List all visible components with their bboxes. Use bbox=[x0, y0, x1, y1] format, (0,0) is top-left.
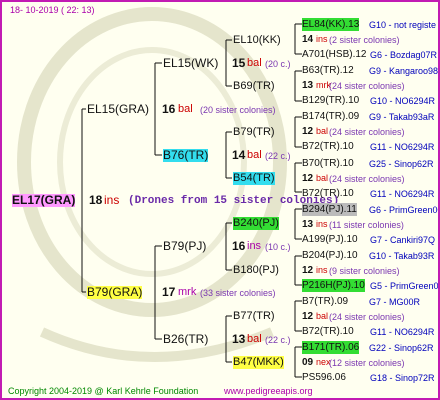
gen2-note: (33 sister colonies) bbox=[200, 288, 276, 298]
gen5-count: 14 bbox=[302, 34, 314, 45]
gen5-sire[interactable]: PS596.06 bbox=[302, 371, 346, 384]
gen2-queen[interactable]: B79(GRA) bbox=[87, 286, 143, 299]
gen5-note: (2 sister colonies) bbox=[329, 35, 400, 45]
gen3-queen[interactable]: B79(PJ) bbox=[163, 240, 206, 253]
gen3-unit: bal bbox=[247, 149, 262, 161]
gen2-unit: mrk bbox=[178, 286, 197, 298]
gen3-unit: bal bbox=[247, 57, 262, 69]
gen4-queen[interactable]: B54(TR) bbox=[233, 172, 275, 185]
gen5-sire[interactable]: B129(TR).10 bbox=[302, 94, 359, 107]
gen5-dam[interactable]: B294(PJ).11 bbox=[302, 202, 357, 216]
gen3-queen[interactable]: EL15(WK) bbox=[163, 57, 218, 70]
root-unit: ins bbox=[104, 193, 120, 207]
gen5-count: 12 bbox=[302, 172, 314, 184]
gen5-unit: bal bbox=[316, 172, 329, 183]
gen5-dam-ref: G10 - Takab93R bbox=[369, 251, 435, 261]
gen5-note: (9 sister colonies) bbox=[329, 266, 400, 276]
pedigree-canvas: 18- 10-2019 ( 22: 13) Copyright 2004-2019… bbox=[0, 0, 440, 400]
gen3-count: 16 bbox=[232, 239, 246, 253]
gen3-unit: bal bbox=[247, 333, 262, 345]
gen3-queen[interactable]: B26(TR) bbox=[163, 333, 208, 346]
gen5-unit: ins bbox=[316, 34, 328, 44]
gen5-count: 13 bbox=[302, 80, 314, 92]
gen3-count: 15 bbox=[232, 56, 246, 70]
gen2-count: 16 bbox=[162, 102, 176, 116]
gen5-unit: ins bbox=[316, 218, 328, 229]
gen5-unit: bal bbox=[316, 126, 329, 137]
gen3-count: 14 bbox=[232, 148, 246, 162]
gen5-note: (24 sister colonies) bbox=[329, 127, 405, 138]
gen2-queen[interactable]: EL15(GRA) bbox=[87, 103, 149, 116]
gen3-count: 13 bbox=[232, 332, 246, 346]
gen5-sire-ref: G11 - NO6294R bbox=[370, 188, 435, 199]
gen5-sire-ref: G7 - Cankiri97Q bbox=[370, 234, 436, 245]
gen5-dam-ref: G9 - Kangaroo98R bbox=[369, 66, 440, 77]
gen5-count: 12 bbox=[302, 265, 314, 276]
gen5-sire-ref: G18 - Sinop72R bbox=[370, 373, 435, 384]
gen5-sire[interactable]: B72(TR).10 bbox=[302, 325, 354, 338]
gen5-sire-ref: G11 - NO6294R bbox=[370, 142, 435, 153]
date-stamp: 18- 10-2019 ( 22: 13) bbox=[10, 5, 95, 15]
gen5-dam[interactable]: B174(TR).09 bbox=[302, 110, 359, 123]
root-queen[interactable]: EL17(GRA) bbox=[12, 194, 76, 207]
gen5-count: 13 bbox=[302, 218, 314, 230]
gen4-queen[interactable]: B79(TR) bbox=[233, 126, 275, 139]
gen4-queen[interactable]: B69(TR) bbox=[233, 80, 275, 93]
gen5-dam[interactable]: B204(PJ).10 bbox=[302, 249, 358, 262]
gen3-note: (22 c.) bbox=[265, 151, 291, 161]
gen5-sire-ref: G5 - PrimGreen00 bbox=[370, 281, 440, 291]
gen5-sire[interactable]: A701(HSB).12 bbox=[302, 48, 366, 61]
root-count: 18 bbox=[89, 193, 103, 207]
gen5-sire[interactable]: A199(PJ).10 bbox=[302, 233, 358, 246]
gen2-note: (20 sister colonies) bbox=[200, 105, 276, 115]
gen5-unit: bal bbox=[316, 311, 329, 322]
gen3-note: (10 c.) bbox=[265, 242, 291, 252]
gen5-sire[interactable]: P216H(PJ).10 bbox=[302, 279, 365, 292]
gen4-queen[interactable]: B77(TR) bbox=[233, 310, 275, 323]
gen5-dam[interactable]: B7(TR).09 bbox=[302, 295, 348, 308]
gen5-note: (24 sister colonies) bbox=[329, 81, 405, 92]
gen5-dam[interactable]: EL84(KK).13 bbox=[302, 18, 360, 31]
gen5-count: 09 bbox=[302, 357, 314, 369]
gen5-dam-ref: G6 - PrimGreen00 bbox=[369, 204, 440, 215]
gen5-count: 12 bbox=[302, 126, 314, 138]
gen5-note: (24 sister colonies) bbox=[329, 312, 405, 323]
gen5-sire-ref: G11 - NO6294R bbox=[370, 327, 435, 338]
gen3-queen[interactable]: B76(TR) bbox=[163, 149, 209, 162]
gen5-note: (11 sister colonies) bbox=[329, 219, 404, 230]
gen2-unit: bal bbox=[178, 103, 193, 115]
gen5-sire-ref: G10 - NO6294R bbox=[370, 96, 436, 107]
gen5-note: (24 sister colonies) bbox=[329, 173, 405, 184]
gen5-note: (12 sister colonies) bbox=[329, 358, 405, 369]
gen5-dam-ref: G7 - MG00R bbox=[369, 297, 421, 308]
gen5-count: 12 bbox=[302, 311, 314, 323]
gen3-unit: ins bbox=[247, 240, 262, 252]
gen5-dam[interactable]: B171(TR).06 bbox=[302, 341, 360, 355]
gen3-note: (22 c.) bbox=[265, 335, 291, 345]
gen5-sire-ref: G6 - Bozdag07R bbox=[370, 50, 438, 60]
gen4-queen[interactable]: B180(PJ) bbox=[233, 264, 279, 277]
gen5-unit: ins bbox=[316, 265, 328, 275]
gen5-dam-ref: G9 - Takab93aR bbox=[369, 112, 435, 123]
site-link[interactable]: www.pedigreeapis.org bbox=[224, 385, 313, 398]
gen5-dam[interactable]: B70(TR).10 bbox=[302, 157, 354, 170]
gen5-dam[interactable]: B63(TR).12 bbox=[302, 64, 354, 77]
gen5-sire[interactable]: B72(TR).10 bbox=[302, 187, 354, 200]
gen4-queen[interactable]: B47(MKK) bbox=[233, 356, 284, 369]
gen5-dam-ref: G22 - Sinop62R bbox=[369, 343, 434, 354]
gen2-count: 17 bbox=[162, 285, 176, 299]
gen4-queen[interactable]: EL10(KK) bbox=[233, 34, 281, 47]
gen5-sire[interactable]: B72(TR).10 bbox=[302, 140, 354, 153]
gen5-dam-ref: G25 - Sinop62R bbox=[369, 158, 434, 169]
gen4-queen[interactable]: B240(PJ) bbox=[233, 217, 279, 230]
gen3-note: (20 c.) bbox=[265, 59, 291, 69]
gen5-dam-ref: G10 - not registe bbox=[369, 20, 437, 30]
copyright-text: Copyright 2004-2019 @ Karl Kehrle Founda… bbox=[8, 386, 199, 396]
